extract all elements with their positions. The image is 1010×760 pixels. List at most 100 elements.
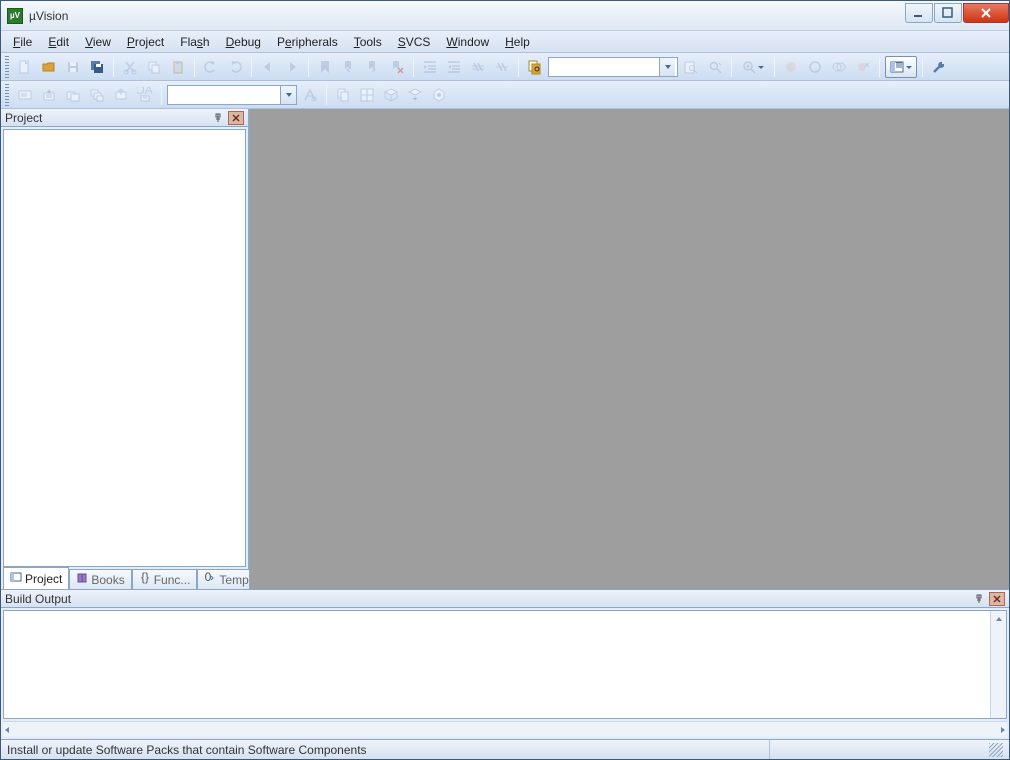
- toolbar-grip[interactable]: [5, 84, 9, 106]
- tab-project[interactable]: Project: [3, 567, 69, 589]
- select-packs-button[interactable]: [380, 84, 402, 106]
- close-panel-button[interactable]: [228, 111, 244, 125]
- menu-project[interactable]: Project: [119, 33, 172, 51]
- menu-svcs[interactable]: SVCS: [390, 33, 439, 51]
- menu-flash[interactable]: Flash: [172, 33, 217, 51]
- open-file-button[interactable]: [38, 56, 60, 78]
- dropdown-icon[interactable]: [280, 86, 296, 104]
- uncomment-button[interactable]: [491, 56, 513, 78]
- window-title: µVision: [29, 9, 905, 23]
- pin-button[interactable]: [210, 111, 226, 125]
- horizontal-scrollbar[interactable]: [3, 721, 1007, 737]
- menu-window[interactable]: Window: [438, 33, 497, 51]
- chevron-down-icon: [905, 59, 913, 75]
- svg-text:0: 0: [205, 572, 212, 584]
- nav-back-button[interactable]: [257, 56, 279, 78]
- dropdown-icon[interactable]: [659, 58, 675, 76]
- build-button[interactable]: [38, 84, 60, 106]
- pin-button[interactable]: [971, 592, 987, 606]
- packinst-icon: [407, 87, 423, 103]
- vertical-scrollbar[interactable]: [990, 611, 1006, 718]
- scroll-left-icon[interactable]: [3, 723, 11, 737]
- find-combo[interactable]: [548, 57, 678, 77]
- redo-button[interactable]: [224, 56, 246, 78]
- debug-start-button[interactable]: [737, 56, 769, 78]
- toolbar-separator: [518, 57, 519, 77]
- resize-grip-icon[interactable]: [989, 743, 1003, 757]
- target-combo[interactable]: [167, 85, 297, 105]
- comment-button[interactable]: [467, 56, 489, 78]
- scroll-up-icon[interactable]: [991, 611, 1006, 627]
- build-icon: [41, 87, 57, 103]
- wrench-icon: [931, 59, 947, 75]
- minimize-button[interactable]: [905, 3, 933, 23]
- menu-file[interactable]: File: [5, 33, 40, 51]
- tab-label: Project: [25, 572, 62, 586]
- bpen-icon: [807, 59, 823, 75]
- tab-func[interactable]: {}Func...: [132, 569, 198, 589]
- undo-icon: [203, 59, 219, 75]
- toolbar-separator: [922, 57, 923, 77]
- pack-installer-button[interactable]: [404, 84, 426, 106]
- menu-edit[interactable]: Edit: [40, 33, 77, 51]
- breakpoint-kill-button[interactable]: [852, 56, 874, 78]
- bookmark-prev-button[interactable]: [338, 56, 360, 78]
- bookmark-next-button[interactable]: [362, 56, 384, 78]
- stop-build-button[interactable]: [110, 84, 132, 106]
- books-icon: [76, 572, 88, 587]
- project-tree[interactable]: [3, 129, 246, 567]
- build-output-body[interactable]: [3, 610, 1007, 719]
- window-layout-button[interactable]: [885, 56, 917, 78]
- copy-button[interactable]: [143, 56, 165, 78]
- translate-button[interactable]: [14, 84, 36, 106]
- save-all-button[interactable]: [86, 56, 108, 78]
- tab-books[interactable]: Books: [69, 569, 131, 589]
- content-area: Project ProjectBooks{}Func...0Temp... Bu…: [1, 109, 1009, 739]
- find-input[interactable]: [549, 59, 659, 75]
- find-button[interactable]: [680, 56, 702, 78]
- menu-view[interactable]: View: [77, 33, 119, 51]
- manage-multi-button[interactable]: [356, 84, 378, 106]
- breakpoint-insert-button[interactable]: [780, 56, 802, 78]
- menu-debug[interactable]: Debug: [218, 33, 269, 51]
- target-value: [168, 87, 280, 103]
- cut-button[interactable]: [119, 56, 141, 78]
- scroll-right-icon[interactable]: [999, 723, 1007, 737]
- batch-build-button[interactable]: [86, 84, 108, 106]
- multi-icon: [359, 87, 375, 103]
- manage-rte-button[interactable]: [428, 84, 450, 106]
- nav-fwd-button[interactable]: [281, 56, 303, 78]
- close-button[interactable]: [963, 3, 1009, 23]
- undo-button[interactable]: [200, 56, 222, 78]
- save-button[interactable]: [62, 56, 84, 78]
- bookmark-toggle-button[interactable]: [314, 56, 336, 78]
- outdent-button[interactable]: [443, 56, 465, 78]
- maximize-button[interactable]: [934, 3, 962, 23]
- redo-icon: [227, 59, 243, 75]
- build-panel-title: Build Output: [5, 592, 969, 606]
- close-panel-button[interactable]: [989, 592, 1005, 606]
- breakpoint-disable-button[interactable]: [828, 56, 850, 78]
- file-extensions-button[interactable]: [332, 84, 354, 106]
- paste-button[interactable]: [167, 56, 189, 78]
- project-panel-title: Project: [5, 111, 208, 125]
- bpdis-icon: [831, 59, 847, 75]
- debug-icon: [741, 59, 757, 75]
- layout-icon: [889, 59, 905, 75]
- editor-area[interactable]: [249, 109, 1009, 589]
- menu-peripherals[interactable]: Peripherals: [269, 33, 346, 51]
- download-button[interactable]: LOAD: [134, 84, 156, 106]
- rebuild-button[interactable]: [62, 84, 84, 106]
- configure-button[interactable]: [928, 56, 950, 78]
- target-options-button[interactable]: [299, 84, 321, 106]
- find-in-files-button[interactable]: [524, 56, 546, 78]
- indent-button[interactable]: [419, 56, 441, 78]
- bmprev-icon: [341, 59, 357, 75]
- bookmark-clear-button[interactable]: [386, 56, 408, 78]
- breakpoint-enable-button[interactable]: [804, 56, 826, 78]
- new-file-button[interactable]: [14, 56, 36, 78]
- incremental-find-button[interactable]: [704, 56, 726, 78]
- menu-help[interactable]: Help: [497, 33, 538, 51]
- toolbar-grip[interactable]: [5, 56, 9, 78]
- menu-tools[interactable]: Tools: [346, 33, 390, 51]
